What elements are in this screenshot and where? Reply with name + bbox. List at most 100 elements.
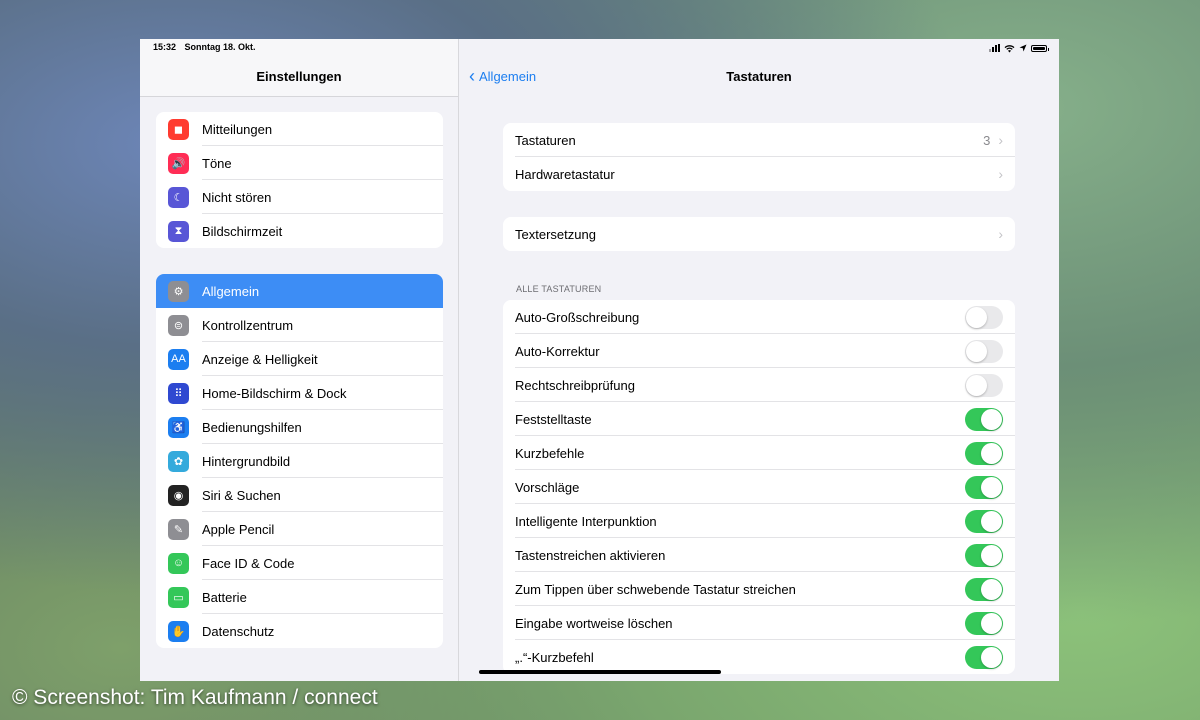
- toggle-switch[interactable]: [965, 407, 1003, 431]
- toggle-knob: [981, 408, 1002, 430]
- chevron-right-icon: ›: [998, 132, 1003, 148]
- sidebar-item-label: Kontrollzentrum: [202, 317, 294, 333]
- toggle-knob: [966, 306, 987, 328]
- sidebar-title: Einstellungen: [256, 69, 342, 84]
- toggle-label: Rechtschreibprüfung: [515, 377, 635, 393]
- sidebar-item-anzeige-helligkeit[interactable]: AA Anzeige & Helligkeit: [156, 342, 443, 376]
- sidebar-item-label: Anzeige & Helligkeit: [202, 351, 318, 367]
- nav-row-hardwaretastatur[interactable]: Hardwaretastatur ›: [503, 157, 1015, 191]
- notifications-icon: ◼: [168, 118, 189, 140]
- all-keyboards-group: Auto-Großschreibung Auto-Korrektur Rechtsc…: [503, 300, 1015, 674]
- sidebar-item-label: Batterie: [202, 589, 247, 605]
- sidebar-item-bildschirmzeit[interactable]: ⧗ Bildschirmzeit: [156, 214, 443, 248]
- sidebar-item-batterie[interactable]: ▭ Batterie: [156, 580, 443, 614]
- battery-icon: ▭: [168, 586, 189, 608]
- sidebar-item-face-id-code[interactable]: ☺ Face ID & Code: [156, 546, 443, 580]
- toggle-switch[interactable]: [965, 577, 1003, 601]
- toggle-switch[interactable]: [965, 373, 1003, 397]
- toggle-label: Kurzbefehle: [515, 445, 585, 461]
- toggle-switch[interactable]: [965, 645, 1003, 669]
- sidebar-item-label: Nicht stören: [202, 189, 272, 205]
- toggle-label: Eingabe wortweise löschen: [515, 615, 673, 631]
- wifi-icon: [1004, 44, 1015, 52]
- toggle-knob: [981, 442, 1002, 464]
- sidebar-item-label: Hintergrundbild: [202, 453, 291, 469]
- sidebar-item-apple-pencil[interactable]: ✎ Apple Pencil: [156, 512, 443, 546]
- location-arrow-icon: [1019, 44, 1027, 52]
- gear-icon: ⚙: [168, 280, 189, 302]
- toggle-knob: [981, 578, 1002, 600]
- chevron-right-icon: ›: [998, 226, 1003, 242]
- toggle-row: Kurzbefehle: [503, 436, 1015, 470]
- text-replacement-group: Textersetzung ›: [503, 217, 1015, 251]
- nav-row-textersetzung[interactable]: Textersetzung ›: [503, 217, 1015, 251]
- page-title: Tastaturen: [726, 69, 792, 84]
- toggle-row: Eingabe wortweise löschen: [503, 606, 1015, 640]
- sidebar-item-label: Allgemein: [202, 283, 260, 299]
- sidebar-item-label: Mitteilungen: [202, 121, 273, 137]
- toggle-switch[interactable]: [965, 475, 1003, 499]
- sidebar-item-label: Apple Pencil: [202, 521, 275, 537]
- row-label: Tastaturen: [515, 132, 576, 148]
- sidebar-item-label: Datenschutz: [202, 623, 275, 639]
- toggle-knob: [981, 612, 1002, 634]
- toggle-label: Auto-Großschreibung: [515, 309, 640, 325]
- toggle-switch[interactable]: [965, 339, 1003, 363]
- toggle-row: Zum Tippen über schwebende Tastatur stre…: [503, 572, 1015, 606]
- sidebar-group-2: ⚙ Allgemein ⊜ Kontrollzentrum AA Anzeige & He…: [156, 274, 443, 648]
- sidebar-item-label: Töne: [202, 155, 232, 171]
- toggle-switch[interactable]: [965, 509, 1003, 533]
- main-pane: ‹ Allgemein Tastaturen Tastaturen 3 › Hardw…: [459, 39, 1059, 681]
- toggle-switch[interactable]: [965, 543, 1003, 567]
- toggle-label: Intelligente Interpunktion: [515, 513, 657, 529]
- toggle-knob: [981, 510, 1002, 532]
- sidebar: Einstellungen ◼ Mitteilungen 🔊 Töne ☾ Nicht s…: [140, 39, 459, 681]
- toggle-row: Rechtschreibprüfung: [503, 368, 1015, 402]
- sidebar-item-allgemein[interactable]: ⚙ Allgemein: [156, 274, 443, 308]
- face-id-icon: ☺: [168, 552, 189, 574]
- sidebar-item-kontrollzentrum[interactable]: ⊜ Kontrollzentrum: [156, 308, 443, 342]
- ipad-screen: 15:32 Sonntag 18. Okt. Einstellungen ◼ Mi…: [140, 39, 1059, 681]
- sidebar-group-1: ◼ Mitteilungen 🔊 Töne ☾ Nicht stören ⧗ Bildschi…: [156, 112, 443, 248]
- hand-icon: ✋: [168, 620, 189, 642]
- toggle-switch[interactable]: [965, 441, 1003, 465]
- sidebar-item-label: Bildschirmzeit: [202, 223, 283, 239]
- sidebar-item-label: Home-Bildschirm & Dock: [202, 385, 347, 401]
- toggle-knob: [966, 340, 987, 362]
- home-grid-icon: ⠿: [168, 382, 189, 404]
- sidebar-item-nicht-stören[interactable]: ☾ Nicht stören: [156, 180, 443, 214]
- toggle-knob: [966, 374, 987, 396]
- toggle-label: Vorschläge: [515, 479, 580, 495]
- sidebar-item-siri-suchen[interactable]: ◉ Siri & Suchen: [156, 478, 443, 512]
- toggle-row: Auto-Großschreibung: [503, 300, 1015, 334]
- status-time: 15:32: [153, 42, 177, 52]
- sidebar-item-label: Bedienungshilfen: [202, 419, 302, 435]
- sidebar-item-home-bildschirm-dock[interactable]: ⠿ Home-Bildschirm & Dock: [156, 376, 443, 410]
- toggle-row: Vorschläge: [503, 470, 1015, 504]
- screenshot-credit: © Screenshot: Tim Kaufmann / connect: [12, 686, 378, 709]
- sidebar-item-datenschutz[interactable]: ✋ Datenschutz: [156, 614, 443, 648]
- toggles-icon: ⊜: [168, 314, 189, 336]
- sound-icon: 🔊: [168, 152, 189, 174]
- toggle-label: Tastenstreichen aktivieren: [515, 547, 666, 563]
- toggle-row: Tastenstreichen aktivieren: [503, 538, 1015, 572]
- toggle-switch[interactable]: [965, 305, 1003, 329]
- sidebar-item-hintergrundbild[interactable]: ✿ Hintergrundbild: [156, 444, 443, 478]
- siri-icon: ◉: [168, 484, 189, 506]
- sidebar-item-label: Siri & Suchen: [202, 487, 281, 503]
- toggle-row: Feststelltaste: [503, 402, 1015, 436]
- toggle-label: „.“-Kurzbefehl: [515, 649, 594, 665]
- row-label: Textersetzung: [515, 226, 596, 242]
- pencil-icon: ✎: [168, 518, 189, 540]
- cellular-signal-icon: [989, 44, 1000, 52]
- toggle-knob: [981, 646, 1002, 668]
- wallpaper-flower-icon: ✿: [168, 450, 189, 472]
- sidebar-item-mitteilungen[interactable]: ◼ Mitteilungen: [156, 112, 443, 146]
- sidebar-item-töne[interactable]: 🔊 Töne: [156, 146, 443, 180]
- battery-status-icon: [1031, 44, 1049, 52]
- sidebar-item-bedienungshilfen[interactable]: ♿ Bedienungshilfen: [156, 410, 443, 444]
- row-value: 3: [983, 132, 991, 148]
- toggle-switch[interactable]: [965, 611, 1003, 635]
- nav-row-tastaturen[interactable]: Tastaturen 3 ›: [503, 123, 1015, 157]
- row-label: Hardwaretastatur: [515, 166, 615, 182]
